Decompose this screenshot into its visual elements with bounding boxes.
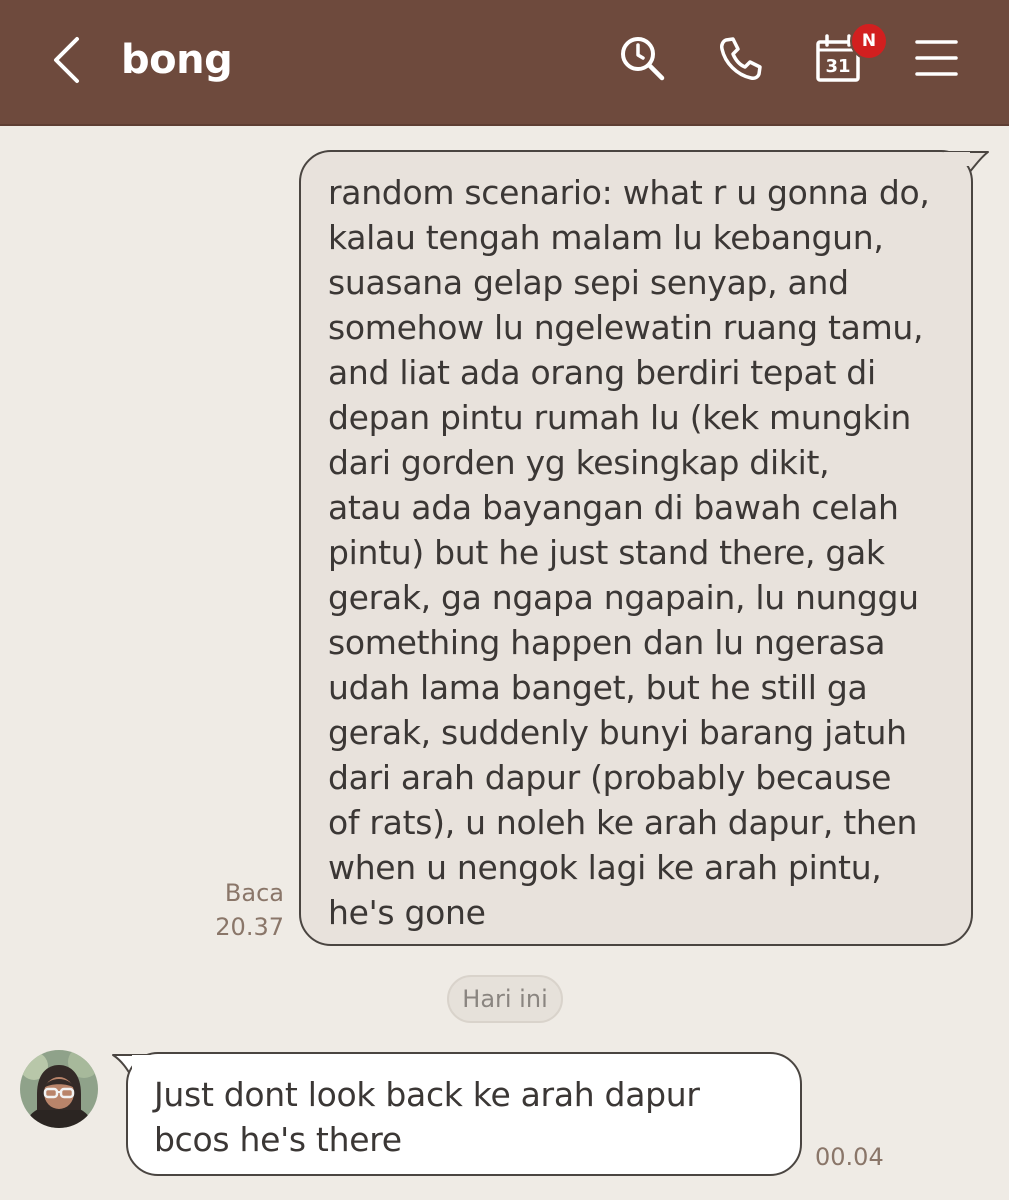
message-meta: Baca 20.37 — [215, 876, 284, 944]
chat-title: bong — [121, 37, 233, 83]
date-separator: Hari ini — [447, 975, 563, 1023]
calendar-day-number: 31 — [825, 56, 850, 77]
avatar[interactable] — [20, 1050, 98, 1128]
chevron-left-icon — [54, 37, 79, 83]
new-badge: N — [850, 22, 888, 60]
search-icon — [621, 37, 665, 81]
message-time: 00.04 — [815, 1143, 884, 1171]
incoming-bubble-tail-cover — [132, 1055, 158, 1069]
chat-header: bong 31 N — [0, 0, 1009, 126]
read-status: Baca — [224, 879, 284, 907]
back-button[interactable] — [44, 30, 94, 90]
outgoing-message-bubble[interactable]: random scenario: what r u gonna do, kala… — [299, 150, 973, 946]
call-button[interactable] — [712, 30, 768, 86]
avatar-image — [20, 1050, 98, 1128]
hamburger-menu-icon — [915, 40, 958, 76]
incoming-message-bubble[interactable]: Just dont look back ke arah dapur bcos h… — [126, 1052, 802, 1176]
menu-button[interactable] — [908, 30, 964, 86]
search-button[interactable] — [614, 30, 670, 86]
outgoing-bubble-tail-cover — [944, 152, 970, 166]
phone-icon — [720, 37, 762, 80]
message-time: 20.37 — [215, 913, 284, 941]
